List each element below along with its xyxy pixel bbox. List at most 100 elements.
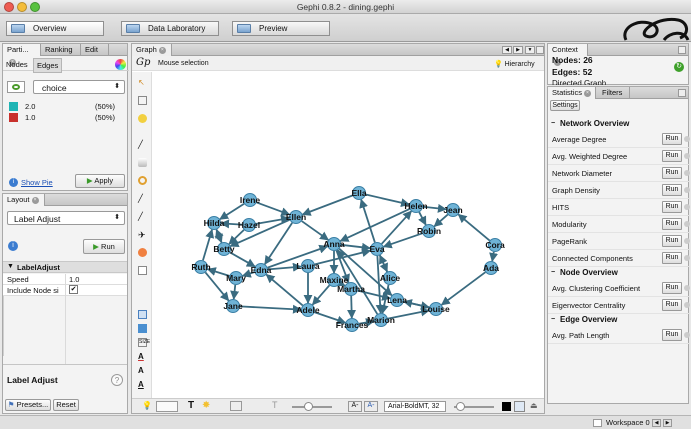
brush-icon[interactable]: ╱ — [138, 140, 147, 149]
show-labels-icon[interactable]: T — [188, 400, 200, 412]
tab-list-icon[interactable]: ▼ — [525, 46, 535, 54]
close-icon[interactable]: × — [158, 46, 166, 54]
attribute-select[interactable]: choice ⬍ — [33, 80, 125, 94]
reset-button[interactable]: Reset — [53, 399, 79, 411]
stat-run-button[interactable]: Run — [662, 150, 682, 162]
stat-settings-icon[interactable] — [684, 238, 690, 244]
stat-run-button[interactable]: Run — [662, 167, 682, 179]
slider-knob[interactable] — [456, 402, 465, 411]
settings-button[interactable]: Settings — [550, 100, 580, 111]
stat-settings-icon[interactable] — [684, 255, 690, 261]
stat-run-button[interactable]: Run — [662, 252, 682, 264]
size-tool-icon[interactable] — [138, 176, 147, 185]
preview-button[interactable]: Preview — [232, 21, 330, 36]
stat-settings-icon[interactable] — [684, 285, 690, 291]
tab-layout[interactable]: Layout × — [3, 194, 45, 206]
node-label-icon[interactable] — [138, 310, 147, 319]
property-group-header[interactable]: ▼ LabelAdjust — [3, 261, 127, 273]
maximize-icon[interactable] — [536, 46, 544, 54]
graph-edge[interactable] — [457, 213, 491, 242]
graph-edge[interactable] — [256, 201, 291, 216]
stat-run-button[interactable]: Run — [662, 282, 682, 294]
stat-settings-icon[interactable] — [684, 221, 690, 227]
refresh-button[interactable] — [7, 81, 25, 93]
heat-map-icon[interactable] — [138, 248, 147, 257]
subtab-nodes[interactable]: Nodes — [6, 60, 28, 69]
graph-edge[interactable] — [440, 271, 486, 306]
edge-text-icon[interactable]: T — [272, 400, 282, 412]
show-pie-link[interactable]: Show Pie — [21, 178, 53, 187]
graph-canvas[interactable]: Irene Ella Helen Jean Hilda Hazel Ellen Robin Be… — [153, 72, 545, 398]
workspace-next-icon[interactable]: ▶ — [663, 419, 672, 427]
stat-settings-icon[interactable] — [684, 204, 690, 210]
graph-edge[interactable] — [311, 284, 331, 306]
stat-settings-icon[interactable] — [684, 170, 690, 176]
font-size-icon[interactable]: A — [138, 366, 147, 375]
increase-font-icon[interactable]: A- — [364, 401, 378, 412]
shortest-path-icon[interactable]: ✈ — [138, 230, 147, 240]
decrease-font-icon[interactable]: A- — [348, 401, 362, 412]
subtab-edges[interactable]: Edges — [33, 58, 63, 73]
edge-pencil-icon[interactable]: ╱ — [138, 212, 147, 221]
graph-edge[interactable] — [359, 198, 376, 243]
graph-edge[interactable] — [219, 203, 245, 220]
stat-settings-icon[interactable] — [684, 332, 690, 338]
stat-run-button[interactable]: Run — [662, 329, 682, 341]
font-color-icon[interactable]: A — [138, 352, 147, 361]
rectangle-select-icon[interactable] — [138, 96, 147, 105]
scroll-right-icon[interactable]: ▶ — [513, 46, 523, 54]
tab-edit[interactable]: Edit — [81, 44, 109, 56]
label-color-swatch[interactable] — [502, 402, 511, 411]
slider-knob[interactable] — [304, 402, 313, 411]
partition-color-swatch[interactable] — [9, 113, 18, 122]
layout-run-button[interactable]: ▶ Run — [83, 239, 125, 254]
graph-edge[interactable] — [365, 193, 411, 208]
graph-edge[interactable] — [301, 220, 330, 241]
scroll-left-icon[interactable]: ◀ — [502, 46, 512, 54]
edge-color-icon[interactable] — [138, 324, 147, 333]
workspace-label[interactable]: Workspace 0 — [606, 418, 650, 427]
font-icon[interactable]: A — [138, 380, 147, 389]
tab-graph[interactable]: Graph × — [132, 44, 172, 56]
apply-button[interactable]: ▶ Apply — [75, 174, 125, 188]
stat-settings-icon[interactable] — [684, 302, 690, 308]
stat-settings-icon[interactable] — [684, 187, 690, 193]
overview-button[interactable]: Overview — [6, 21, 104, 36]
maximize-icon[interactable] — [678, 89, 686, 97]
graph-edge[interactable] — [301, 194, 353, 216]
data-laboratory-button[interactable]: Data Laboratory — [121, 21, 219, 36]
graph-edge[interactable] — [418, 211, 427, 226]
stat-run-button[interactable]: Run — [662, 235, 682, 247]
graph-edge[interactable] — [489, 251, 499, 262]
close-icon[interactable]: × — [584, 89, 592, 97]
graph-edge[interactable] — [239, 304, 302, 314]
hide-labels-icon[interactable]: ✸ — [202, 400, 214, 412]
tab-ranking[interactable]: Ranking — [41, 44, 81, 56]
expand-icon[interactable]: ⏏ — [530, 401, 538, 412]
refresh-icon[interactable]: ↻ — [674, 62, 684, 72]
size-label-icon[interactable]: SIZE — [138, 338, 150, 347]
stat-run-button[interactable]: Run — [662, 184, 682, 196]
tab-statistics[interactable]: Statistics × — [548, 87, 596, 99]
screenshot-icon[interactable] — [514, 401, 525, 412]
graph-edge[interactable] — [215, 228, 224, 243]
stat-run-button[interactable]: Run — [662, 201, 682, 213]
tab-filters[interactable]: Filters — [596, 87, 630, 99]
close-icon[interactable]: × — [31, 196, 39, 204]
font-selector[interactable]: Arial-BoldMT, 32 — [384, 401, 446, 412]
select-tool-icon[interactable]: ↖ — [138, 78, 147, 87]
graph-edge[interactable] — [230, 284, 240, 300]
layout-algorithm-select[interactable]: Label Adjust ⬍ — [7, 211, 125, 225]
tab-partition[interactable]: Parti...× — [3, 44, 41, 66]
edit-node-icon[interactable] — [138, 266, 147, 275]
graph-edge[interactable] — [265, 273, 304, 307]
graph-edge[interactable] — [433, 213, 449, 228]
edge-label-icon[interactable] — [230, 401, 242, 411]
stats-section-header[interactable]: Network Overview — [548, 118, 690, 130]
background-color-button[interactable] — [156, 401, 178, 412]
graph-edge[interactable] — [347, 295, 357, 319]
color-wheel-icon[interactable] — [115, 59, 126, 70]
lightbulb-icon[interactable]: 💡 — [142, 401, 152, 412]
stat-run-button[interactable]: Run — [662, 133, 682, 145]
graph-edge[interactable] — [379, 254, 388, 272]
